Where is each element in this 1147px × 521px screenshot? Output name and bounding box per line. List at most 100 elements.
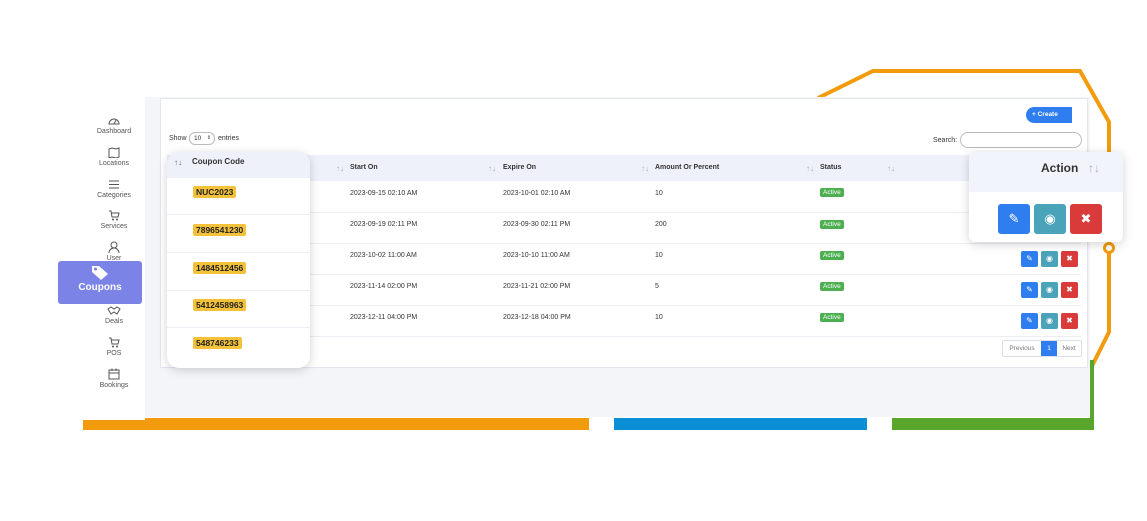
list-icon (109, 180, 119, 189)
cart-icon (109, 210, 120, 221)
start-on-cell: 2023-09-15 02:10 AM (350, 190, 418, 197)
coupon-code-cell: 1484512456 (193, 262, 247, 274)
sort-icon[interactable]: ↑↓ (806, 164, 814, 173)
eye-icon: ◉ (1046, 254, 1053, 263)
amount-cell: 10 (655, 252, 663, 259)
previous-page-button[interactable]: Previous (1003, 341, 1041, 356)
sidebar-item-label: Categories (97, 192, 131, 199)
stage: Dashboard Locations Categories Services … (0, 0, 1147, 521)
view-button[interactable]: ◉ (1041, 313, 1058, 329)
column-header-amount: Amount Or Percent (655, 164, 720, 171)
sidebar-item-locations[interactable]: Locations (83, 147, 145, 167)
column-header-action: Action (1041, 161, 1079, 175)
column-header-expire-on: Expire On (503, 164, 537, 171)
tag-icon (92, 266, 108, 280)
entries-label: entries (218, 135, 240, 142)
sort-icon[interactable]: ↑↓ (1088, 161, 1100, 175)
edit-button[interactable]: ✎ (1021, 282, 1038, 298)
pencil-icon: ✎ (1026, 254, 1033, 263)
start-on-cell: 2023-10-02 11:00 AM (350, 252, 417, 259)
sort-icon[interactable]: ↑↓ (887, 164, 895, 173)
edit-button[interactable]: ✎ (998, 204, 1030, 234)
eye-icon: ◉ (1046, 285, 1053, 294)
entries-select[interactable]: 10 ⇕ (189, 132, 215, 145)
view-button[interactable]: ◉ (1034, 204, 1066, 234)
coupon-code-card: ↑↓ Coupon Code NUC2023 7896541230 148451… (167, 152, 310, 368)
sidebar-item-categories[interactable]: Categories (83, 179, 145, 199)
amount-cell: 10 (655, 190, 663, 197)
row-divider (167, 290, 310, 291)
sidebar-item-bookings[interactable]: Bookings (83, 368, 145, 389)
delete-button[interactable]: ✖ (1061, 282, 1078, 298)
search-label: Search: (933, 137, 958, 144)
close-icon: ✖ (1066, 254, 1073, 263)
row-divider (167, 327, 310, 328)
status-badge: Active (820, 313, 844, 322)
sidebar: Dashboard Locations Categories Services … (83, 97, 145, 420)
pos-cart-icon (109, 337, 120, 348)
start-on-cell: 2023-09-19 02:11 PM (350, 221, 418, 228)
create-button[interactable]: + Create (1026, 107, 1072, 123)
sort-icon[interactable]: ↑↓ (641, 164, 649, 173)
pencil-icon: ✎ (1008, 211, 1020, 226)
sidebar-item-label: Bookings (99, 382, 129, 389)
sidebar-item-deals[interactable]: Deals (83, 305, 145, 325)
pencil-icon: ✎ (1026, 285, 1033, 294)
sidebar-item-coupons[interactable]: Coupons (58, 261, 142, 304)
sidebar-item-pos[interactable]: POS (83, 337, 145, 357)
eye-icon: ◉ (1046, 316, 1053, 325)
close-icon: ✖ (1066, 316, 1073, 325)
row-divider (167, 252, 310, 253)
amount-cell: 5 (655, 283, 659, 290)
sidebar-item-services[interactable]: Services (83, 210, 145, 230)
coupon-code-cell: 548746233 (193, 337, 242, 349)
status-badge: Active (820, 282, 844, 291)
start-on-cell: 2023-11-14 02:00 PM (350, 283, 418, 290)
sort-icon[interactable]: ↑↓ (174, 158, 182, 167)
coupon-code-cell: 5412458963 (193, 299, 247, 311)
next-page-button[interactable]: Next (1057, 341, 1081, 356)
pagination: Previous 1 Next (1002, 340, 1082, 357)
status-badge: Active (820, 251, 844, 260)
sidebar-item-user[interactable]: User (83, 241, 145, 262)
user-icon (108, 241, 120, 253)
column-header-status: Status (820, 164, 842, 171)
entries-value: 10 (194, 135, 202, 142)
delete-button[interactable]: ✖ (1070, 204, 1102, 234)
start-on-cell: 2023-12-11 04:00 PM (350, 314, 418, 321)
delete-button[interactable]: ✖ (1061, 313, 1078, 329)
sidebar-item-label: Deals (105, 318, 123, 325)
expire-on-cell: 2023-10-01 02:10 AM (503, 190, 571, 197)
sidebar-item-label: Coupons (78, 282, 122, 293)
status-badge: Active (820, 220, 844, 229)
eye-icon: ◉ (1044, 211, 1056, 226)
close-icon: ✖ (1066, 285, 1073, 294)
edit-button[interactable]: ✎ (1021, 251, 1038, 267)
sidebar-item-dashboard[interactable]: Dashboard (83, 115, 145, 135)
location-icon (108, 147, 120, 158)
sidebar-item-label: Services (100, 223, 128, 230)
page-1-button[interactable]: 1 (1041, 341, 1057, 356)
calendar-icon (108, 368, 120, 380)
sidebar-item-label: Dashboard (96, 128, 132, 135)
edit-button[interactable]: ✎ (1021, 313, 1038, 329)
pencil-icon: ✎ (1026, 316, 1033, 325)
expire-on-cell: 2023-11-21 02:00 PM (503, 283, 571, 290)
sidebar-item-label: POS (106, 350, 122, 357)
status-badge: Active (820, 188, 844, 197)
view-button[interactable]: ◉ (1041, 251, 1058, 267)
dashboard-icon (108, 118, 120, 125)
search-input[interactable] (960, 132, 1082, 148)
column-header-coupon-code: Coupon Code (192, 157, 245, 166)
expire-on-cell: 2023-10-10 11:00 AM (503, 252, 570, 259)
view-button[interactable]: ◉ (1041, 282, 1058, 298)
sort-icon[interactable]: ↑↓ (488, 164, 496, 173)
sort-icon[interactable]: ↑↓ (336, 164, 344, 173)
amount-cell: 10 (655, 314, 663, 321)
delete-button[interactable]: ✖ (1061, 251, 1078, 267)
coupon-code-cell: NUC2023 (193, 186, 237, 198)
amount-cell: 200 (655, 221, 667, 228)
expire-on-cell: 2023-09-30 02:11 PM (503, 221, 571, 228)
show-label: Show (169, 135, 187, 142)
close-icon: ✖ (1080, 211, 1092, 226)
